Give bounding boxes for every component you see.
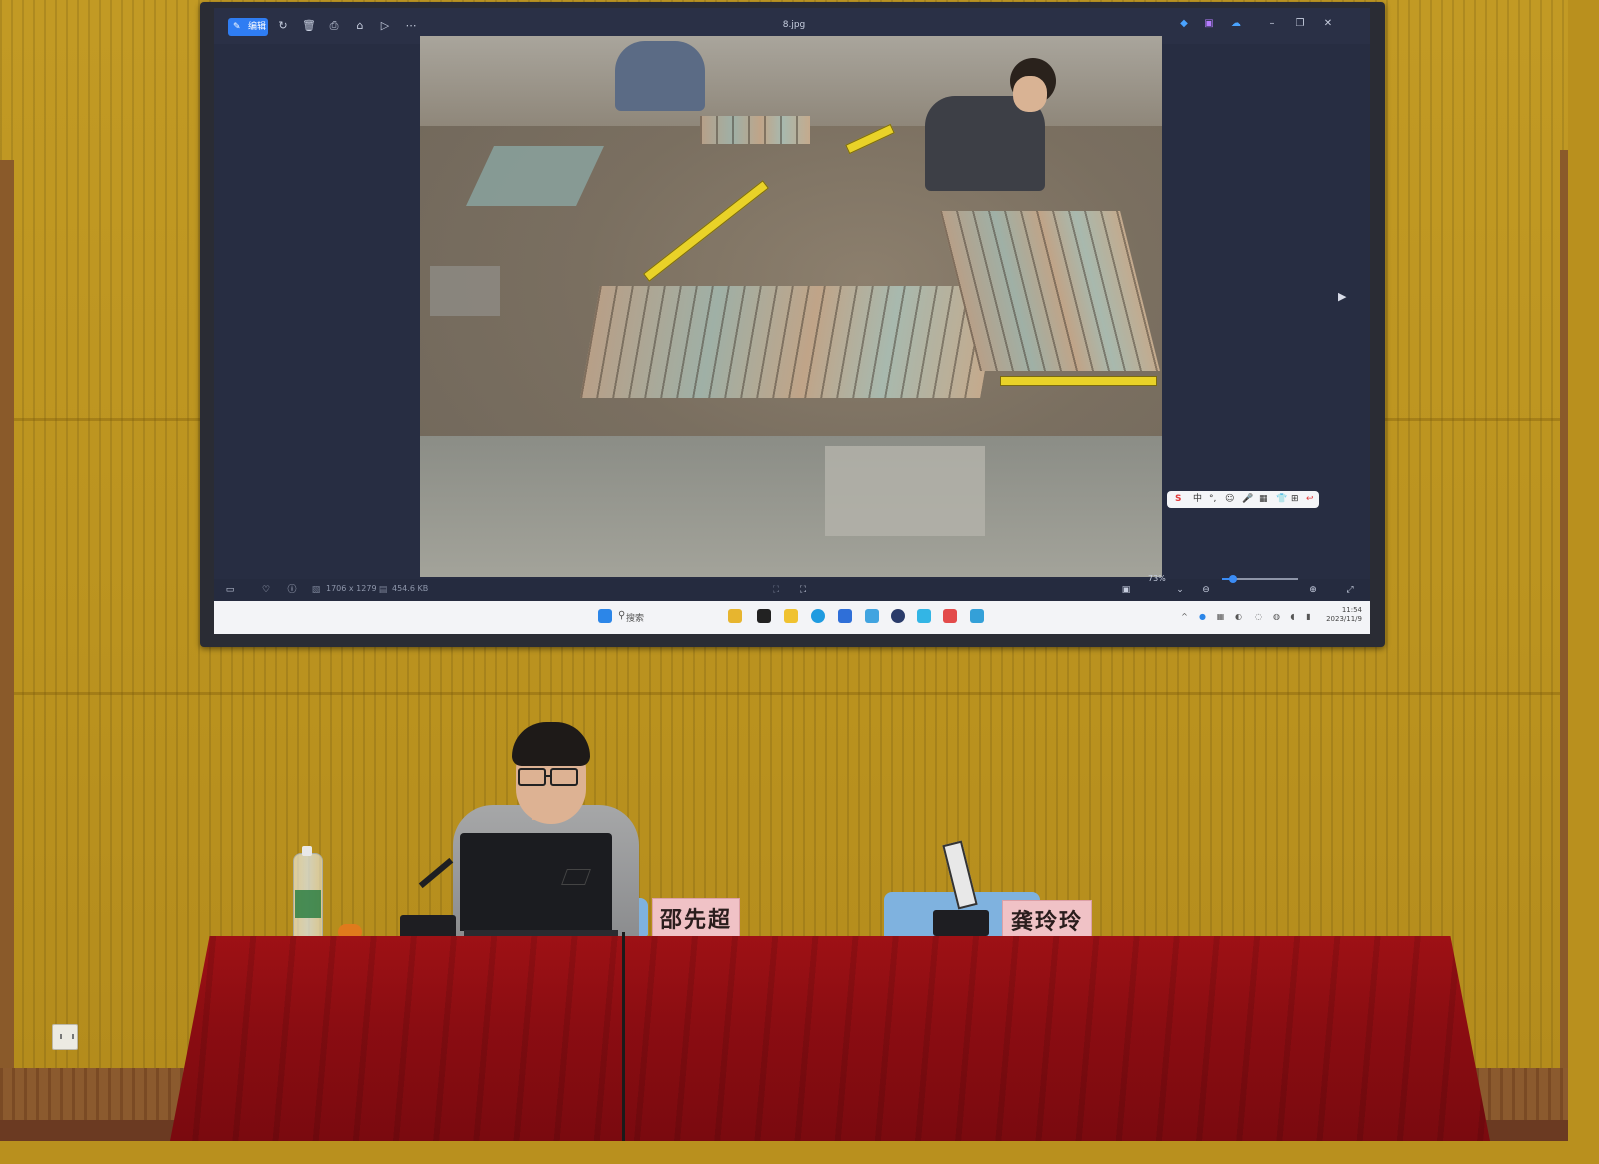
widgets-icon[interactable] <box>728 609 742 623</box>
photo-worker-left <box>615 41 705 111</box>
print-icon[interactable]: ⎙ <box>327 19 341 33</box>
clock-date: 2023/11/9 <box>1326 615 1362 623</box>
share-icon[interactable]: ⌂ <box>353 19 367 33</box>
photo-spirit-level <box>643 180 769 282</box>
app-bird-icon[interactable] <box>917 609 931 623</box>
photo-slab <box>466 146 604 206</box>
wall-side-left <box>0 160 14 1080</box>
dimensions-icon: ▧ <box>311 585 321 595</box>
wps-icon[interactable] <box>943 609 957 623</box>
actual-size-icon[interactable]: ▣ <box>1120 584 1132 596</box>
edit-label: 编辑 <box>248 22 267 32</box>
ime-language[interactable]: 中 <box>1193 491 1202 508</box>
zoom-slider-knob[interactable] <box>1228 575 1237 583</box>
clock-time: 11:54 <box>1341 606 1362 614</box>
fullscreen-icon[interactable]: ⤢ <box>1344 584 1356 596</box>
close-icon[interactable]: ✕ <box>1321 17 1335 31</box>
fit-screen-icon[interactable]: ⛶ <box>797 584 809 596</box>
tray-chevron-icon[interactable]: ^ <box>1180 612 1189 621</box>
app-icon[interactable]: ◆ <box>1177 17 1191 31</box>
zoom-dropdown-icon[interactable]: ⌄ <box>1174 584 1186 596</box>
glasses-bridge <box>544 775 550 777</box>
ime-tools-icon[interactable]: ⊞ <box>1291 491 1299 508</box>
image-dimensions: 1706 x 1279 <box>326 584 377 593</box>
start-icon[interactable] <box>598 609 612 623</box>
viewer-status-bar: ▭ ♡ ⓘ ▧ 1706 x 1279 ▤ 454.6 KB ⛶ ⛶ ▣ ⌄ ⊖… <box>214 579 1370 601</box>
zoom-percentage[interactable]: 73% <box>1148 574 1166 583</box>
zoom-in-icon[interactable]: ⊕ <box>1307 584 1319 596</box>
pencil-icon: ✎ <box>233 22 241 32</box>
tray-app-icon[interactable]: ▦ <box>1216 612 1225 621</box>
cloud-icon[interactable]: ☁ <box>1229 17 1243 31</box>
maximize-icon[interactable]: ❐ <box>1293 17 1307 31</box>
file-name: 8.jpg <box>782 20 806 30</box>
slideshow-icon[interactable]: ▷ <box>378 19 392 33</box>
windows-taskbar: ⚲ 搜索 ^ ● ▦ ◐ ◌ ◍ ◖ ▮ 11:54 2023/11/9 <box>214 601 1370 634</box>
photo-brick-strip <box>700 116 810 144</box>
filesize-icon: ▤ <box>378 585 388 595</box>
favorite-icon[interactable]: ♡ <box>260 584 272 596</box>
laptop-cable <box>622 932 625 1141</box>
taskbar-search-label[interactable]: 搜索 <box>626 611 644 624</box>
app-l-icon[interactable] <box>757 609 771 623</box>
photo-brick-patch <box>580 286 1000 398</box>
ime-punct[interactable]: °, <box>1209 491 1216 508</box>
battery-icon[interactable]: ▮ <box>1304 612 1313 621</box>
zoom-slider[interactable] <box>1222 575 1298 583</box>
crop-icon[interactable]: ⛶ <box>770 584 782 596</box>
minimize-icon[interactable]: – <box>1265 17 1279 31</box>
tray-app-icon[interactable]: ● <box>1198 612 1207 621</box>
ime-toolbar[interactable]: S 中 °, ☺ 🎤 ▦ 👕 ⊞ ↩ <box>1167 491 1319 508</box>
power-outlet <box>52 1024 78 1050</box>
more-icon[interactable]: ⋯ <box>404 19 418 33</box>
next-arrow-icon[interactable]: ▶ <box>1338 290 1346 303</box>
tray-app-icon[interactable]: ◐ <box>1234 612 1243 621</box>
photos-icon[interactable] <box>865 609 879 623</box>
ime-voice-icon[interactable]: 🎤 <box>1242 491 1253 508</box>
info-icon[interactable]: ⓘ <box>286 584 298 596</box>
photo-spirit-level <box>1000 376 1157 386</box>
photo-stone-block <box>825 446 985 536</box>
network-icon[interactable]: ◍ <box>1272 612 1281 621</box>
app-circle-icon[interactable] <box>891 609 905 623</box>
ime-logo-icon[interactable]: S <box>1175 491 1181 508</box>
edit-button[interactable]: ✎ 编辑 <box>228 18 268 36</box>
gallery-icon[interactable]: ▣ <box>1202 17 1216 31</box>
image-file-size: 454.6 KB <box>392 584 429 593</box>
photo-brick-patch-right <box>940 211 1160 371</box>
filmstrip-icon[interactable]: ▭ <box>224 584 236 596</box>
taskbar-clock[interactable]: 11:54 2023/11/9 <box>1322 606 1362 624</box>
zoom-out-icon[interactable]: ⊖ <box>1200 584 1212 596</box>
ime-keyboard-icon[interactable]: ▦ <box>1259 491 1268 508</box>
tray-app-icon[interactable]: ◌ <box>1254 612 1263 621</box>
laptop <box>460 833 612 931</box>
projected-screen: ✎ 编辑 ↻ 🗑 ⎙ ⌂ ▷ ⋯ 8.jpg ◆ ▣ ☁ – ❐ ✕ ▶ S 中… <box>214 8 1370 634</box>
glasses-right-lens <box>550 768 578 786</box>
ime-skin-icon[interactable]: 👕 <box>1276 491 1287 508</box>
wall-side-right <box>1560 150 1568 1080</box>
water-bottle-label <box>295 890 321 918</box>
glasses-left-lens <box>518 768 546 786</box>
paving-work-photo <box>420 36 1162 577</box>
nameplate-speaker: 邵先超 <box>652 898 740 942</box>
delete-icon[interactable]: 🗑 <box>302 19 316 33</box>
microphone-right-base <box>933 910 989 936</box>
edge-icon[interactable] <box>811 609 825 623</box>
volume-icon[interactable]: ◖ <box>1288 612 1297 621</box>
photo-curb <box>420 436 1162 577</box>
photo-slab <box>430 266 500 316</box>
rotate-icon[interactable]: ↻ <box>276 19 290 33</box>
ime-emoji-icon[interactable]: ☺ <box>1225 491 1234 508</box>
ime-back-icon[interactable]: ↩ <box>1306 491 1314 508</box>
file-explorer-icon[interactable] <box>784 609 798 623</box>
wall-seam <box>0 692 1568 695</box>
photo-worker-face <box>1013 76 1047 112</box>
red-tablecloth <box>170 936 1490 1141</box>
image-viewer-icon[interactable] <box>970 609 984 623</box>
store-icon[interactable] <box>838 609 852 623</box>
photo-spirit-level <box>845 123 895 155</box>
